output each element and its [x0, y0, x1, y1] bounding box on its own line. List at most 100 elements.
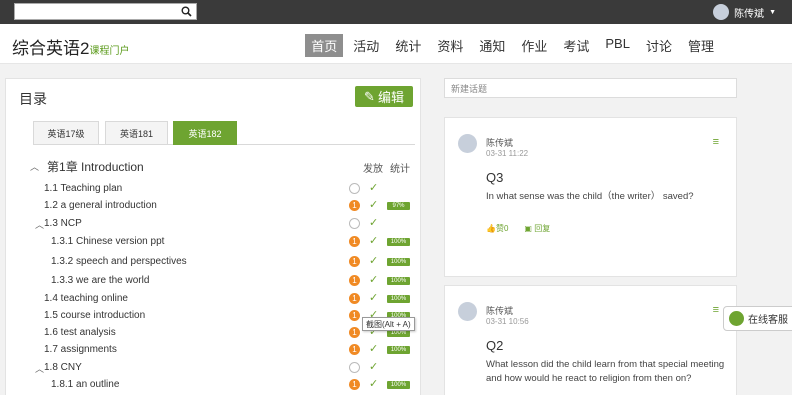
- check-icon[interactable]: ✓: [369, 377, 378, 390]
- nav-item-pbl[interactable]: PBL: [599, 34, 636, 57]
- chevron-up-icon[interactable]: ︿: [35, 218, 44, 231]
- task-count-badge[interactable]: 1: [349, 327, 360, 338]
- check-icon[interactable]: ✓: [369, 234, 378, 247]
- course-header: 综合英语2课程门户 首页 活动 统计 资料 通知 作业 考试 PBL 讨论 管理: [0, 24, 792, 64]
- task-count-badge[interactable]: 1: [349, 275, 360, 286]
- search-icon[interactable]: [176, 4, 196, 19]
- user-menu[interactable]: 陈传斌 ▼: [713, 3, 776, 21]
- headset-icon: [729, 311, 744, 326]
- post-author[interactable]: 陈传斌: [486, 136, 513, 149]
- check-icon[interactable]: ✓: [369, 181, 378, 194]
- nav-item-home[interactable]: 首页: [305, 34, 344, 57]
- completion-badge: 100%: [387, 295, 410, 303]
- nav-item-discussion[interactable]: 讨论: [640, 34, 678, 57]
- discussion-post[interactable]: 陈传斌 03-31 10:56 ≡ Q2 What lesson did the…: [444, 285, 737, 395]
- online-service-button[interactable]: 在线客服: [723, 306, 792, 331]
- comment-icon: ▣: [524, 224, 532, 233]
- reply-label: 回复: [534, 224, 551, 233]
- chapter-list-item[interactable]: 1.3.1 Chinese version ppt 1 ✓ 100%: [6, 234, 422, 251]
- task-count-badge[interactable]: 1: [349, 200, 360, 211]
- empty-circle-icon[interactable]: [349, 218, 360, 229]
- chapter-item-label[interactable]: 1.3.2 speech and perspectives: [51, 256, 187, 267]
- chapter-list-item[interactable]: 1.3.2 speech and perspectives 1 ✓ 100%: [6, 254, 422, 271]
- check-icon[interactable]: ✓: [369, 342, 378, 355]
- chapter-list-item[interactable]: ︿ 1.3 NCP ✓: [6, 216, 422, 233]
- reply-button[interactable]: ▣ 回复: [524, 223, 550, 234]
- chapter-list-item[interactable]: 1.6 test analysis 1 ✓ 100%: [6, 325, 422, 342]
- nav-item-manage[interactable]: 管理: [682, 34, 720, 57]
- chapter-item-label[interactable]: 1.6 test analysis: [44, 327, 116, 338]
- post-body: What lesson did the child learn from tha…: [486, 359, 725, 384]
- chapter-item-label[interactable]: 1.3.1 Chinese version ppt: [51, 236, 164, 247]
- nav-item-notices[interactable]: 通知: [473, 34, 511, 57]
- nav-item-activity[interactable]: 活动: [347, 34, 385, 57]
- post-title[interactable]: Q2: [486, 338, 503, 353]
- chapter-list-item[interactable]: 1.3.3 we are the world 1 ✓ 100%: [6, 273, 422, 290]
- chevron-up-icon[interactable]: ︿: [35, 362, 44, 375]
- chapter-item-label[interactable]: 1.1 Teaching plan: [44, 183, 122, 194]
- chapter-list-item[interactable]: 1.2 a general introduction 1 ✓ 97%: [6, 198, 422, 215]
- chapter-item-label[interactable]: 1.3 NCP: [44, 218, 82, 229]
- check-icon[interactable]: ✓: [369, 216, 378, 229]
- tab-class-182[interactable]: 英语182: [173, 121, 237, 145]
- chapter-item-label[interactable]: 1.8.1 an outline: [51, 379, 119, 390]
- chapter-list-item[interactable]: 1.4 teaching online 1 ✓ 100%: [6, 291, 422, 308]
- check-icon[interactable]: ✓: [369, 291, 378, 304]
- tab-class-17[interactable]: 英语17级: [33, 121, 99, 145]
- check-icon[interactable]: ✓: [369, 273, 378, 286]
- chapter-list-item[interactable]: 1.8.1 an outline 1 ✓ 100%: [6, 377, 422, 394]
- search-input[interactable]: [14, 3, 197, 20]
- online-service-label: 在线客服: [748, 315, 788, 326]
- chapter-item-label[interactable]: 1.4 teaching online: [44, 293, 128, 304]
- task-count-badge[interactable]: 1: [349, 379, 360, 390]
- chapter-list-item[interactable]: ︿ 1.8 CNY ✓: [6, 360, 422, 377]
- nav-item-stats[interactable]: 统计: [389, 34, 427, 57]
- new-topic-input[interactable]: 新建话题: [444, 78, 737, 98]
- check-icon[interactable]: ✓: [369, 198, 378, 211]
- chapter-list-item[interactable]: 1.5 course introduction 1 ✓ 100%: [6, 308, 422, 325]
- course-title[interactable]: 综合英语2课程门户: [12, 34, 129, 59]
- chapter-title: 第1章 Introduction: [47, 160, 144, 174]
- discussion-post[interactable]: 陈传斌 03-31 11:22 ≡ Q3 In what sense was t…: [444, 117, 737, 277]
- chapter-item-label[interactable]: 1.8 CNY: [44, 362, 82, 373]
- course-portal-label: 课程门户: [89, 46, 130, 57]
- completion-badge: 97%: [387, 202, 410, 210]
- chapter-list-item[interactable]: 1.1 Teaching plan ✓: [6, 181, 422, 198]
- chapter-heading[interactable]: ︿ 第1章 Introduction: [30, 158, 144, 175]
- menu-icon[interactable]: ≡: [713, 136, 719, 148]
- catalog-title: 目录: [19, 91, 47, 107]
- empty-circle-icon[interactable]: [349, 362, 360, 373]
- task-count-badge[interactable]: 1: [349, 293, 360, 304]
- post-author[interactable]: 陈传斌: [486, 304, 513, 317]
- task-count-badge[interactable]: 1: [349, 344, 360, 355]
- chapter-item-label[interactable]: 1.5 course introduction: [44, 310, 145, 321]
- stats-column-header: 统计: [390, 164, 410, 175]
- menu-icon[interactable]: ≡: [713, 304, 719, 316]
- completion-badge: 100%: [387, 258, 410, 266]
- task-count-badge[interactable]: 1: [349, 310, 360, 321]
- edit-button-label: 编辑: [377, 90, 404, 105]
- tab-class-181[interactable]: 英语181: [105, 121, 168, 145]
- check-icon[interactable]: ✓: [369, 360, 378, 373]
- chevron-up-icon[interactable]: ︿: [30, 160, 39, 173]
- chapter-item-label[interactable]: 1.3.3 we are the world: [51, 275, 149, 286]
- chapter-list-item[interactable]: 1.7 assignments 1 ✓ 100%: [6, 342, 422, 359]
- edit-button[interactable]: ✎ 编辑: [355, 86, 413, 107]
- thumbs-up-icon: 👍: [486, 224, 496, 233]
- chapter-item-label[interactable]: 1.2 a general introduction: [44, 200, 157, 211]
- post-title[interactable]: Q3: [486, 170, 503, 185]
- check-icon[interactable]: ✓: [369, 254, 378, 267]
- nav-item-homework[interactable]: 作业: [515, 34, 553, 57]
- task-count-badge[interactable]: 1: [349, 236, 360, 247]
- avatar: [458, 134, 477, 153]
- pencil-icon: ✎: [364, 88, 375, 104]
- class-tabs: 英语17级 英语181 英语182: [33, 121, 415, 145]
- nav-item-exam[interactable]: 考试: [557, 34, 595, 57]
- top-bar: 陈传斌 ▼: [0, 0, 792, 24]
- task-count-badge[interactable]: 1: [349, 256, 360, 267]
- nav-item-resources[interactable]: 资料: [431, 34, 469, 57]
- empty-circle-icon[interactable]: [349, 183, 360, 194]
- avatar: [458, 302, 477, 321]
- chapter-item-label[interactable]: 1.7 assignments: [44, 344, 117, 355]
- like-button[interactable]: 👍赞0: [486, 223, 508, 234]
